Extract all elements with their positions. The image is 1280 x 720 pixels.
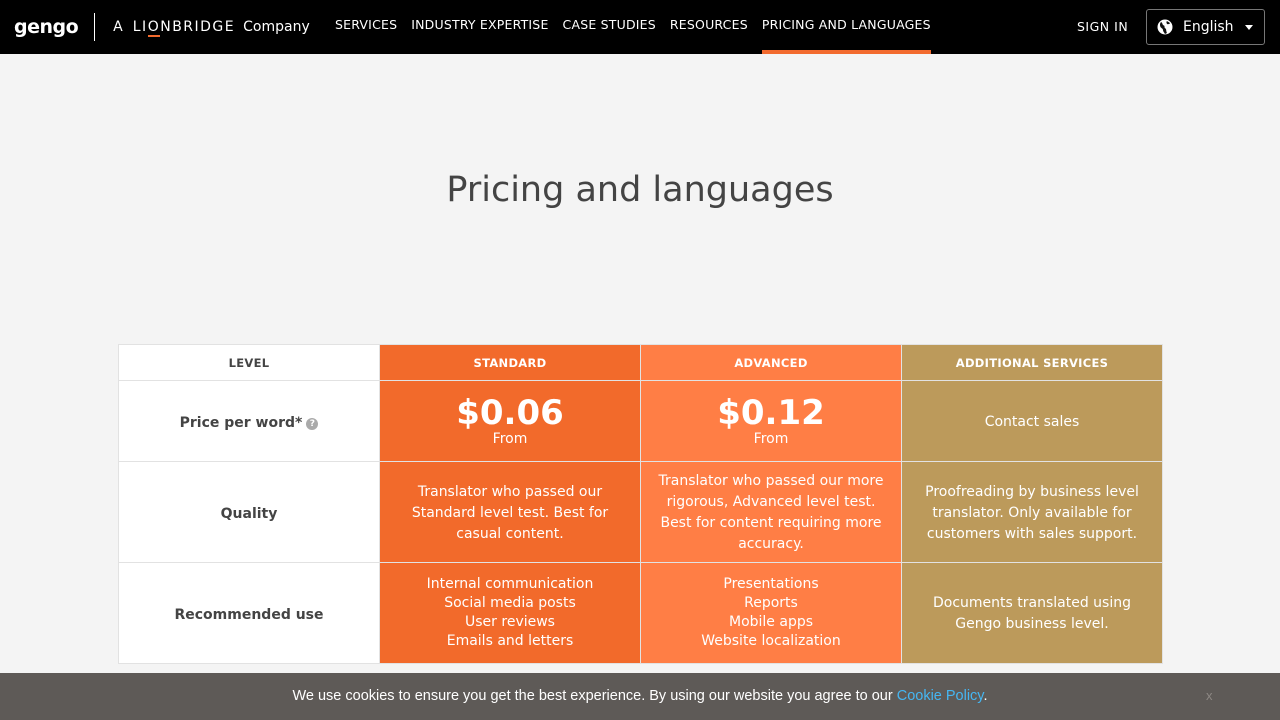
- list-item: Presentations: [723, 576, 819, 592]
- brand-a-text: A: [113, 19, 123, 35]
- brand-logo[interactable]: gengo A LIONBRIDGE Company: [14, 12, 310, 42]
- quality-label-cell: Quality: [118, 461, 380, 563]
- recommended-use-row: Recommended use Internal communication S…: [118, 562, 1163, 664]
- nav-item-services[interactable]: SERVICES: [335, 0, 397, 54]
- recommended-use-label-cell: Recommended use: [118, 562, 380, 664]
- lionbridge-logo-part-3: NBRIDGE: [160, 19, 236, 35]
- additional-price-cell: Contact sales: [901, 380, 1163, 462]
- sign-in-link[interactable]: SIGN IN: [1077, 19, 1128, 34]
- globe-icon: [1157, 19, 1173, 35]
- additional-quality-text: Proofreading by business level translato…: [925, 483, 1139, 542]
- nav-item-industry-expertise[interactable]: INDUSTRY EXPERTISE: [411, 0, 548, 54]
- advanced-price-cell: $0.12 From: [640, 380, 902, 462]
- header-level: LEVEL: [118, 344, 380, 381]
- header-standard: STANDARD: [379, 344, 641, 381]
- nav-item-pricing-and-languages[interactable]: PRICING AND LANGUAGES: [761, 0, 931, 54]
- price-per-word-label-cell: Price per word*?: [118, 380, 380, 462]
- close-icon[interactable]: x: [1206, 688, 1213, 703]
- price-per-word-row: Price per word*? $0.06 From $0.12 From C…: [118, 380, 1163, 462]
- standard-price: $0.06: [456, 393, 564, 433]
- lionbridge-logo: LIONBRIDGE: [132, 19, 236, 37]
- standard-quality-text: Translator who passed our Standard level…: [411, 483, 609, 542]
- page-title: Pricing and languages: [446, 170, 834, 210]
- additional-use-cell: Documents translated using Gengo busines…: [901, 562, 1163, 664]
- price-per-word-label: Price per word*: [179, 414, 303, 431]
- language-selector[interactable]: English: [1146, 9, 1265, 45]
- pricing-table-header-row: LEVEL STANDARD ADVANCED ADDITIONAL SERVI…: [118, 344, 1163, 381]
- list-item: Reports: [744, 595, 798, 611]
- nav-item-case-studies[interactable]: CASE STUDIES: [563, 0, 656, 54]
- advanced-quality-cell: Translator who passed our more rigorous,…: [640, 461, 902, 563]
- advanced-quality-text: Translator who passed our more rigorous,…: [658, 473, 884, 552]
- standard-use-cell: Internal communication Social media post…: [379, 562, 641, 664]
- quality-label: Quality: [220, 505, 278, 522]
- help-icon[interactable]: ?: [306, 417, 319, 430]
- list-item: Website localization: [701, 633, 841, 649]
- header-additional-services: ADDITIONAL SERVICES: [901, 344, 1163, 381]
- header-advanced: ADVANCED: [640, 344, 902, 381]
- standard-quality-cell: Translator who passed our Standard level…: [379, 461, 641, 563]
- gengo-logo: gengo: [14, 16, 79, 38]
- list-item: Mobile apps: [728, 614, 814, 630]
- advanced-price: $0.12: [717, 393, 825, 433]
- contact-sales-text: Contact sales: [984, 413, 1080, 430]
- advanced-use-cell: Presentations Reports Mobile apps Websit…: [640, 562, 902, 664]
- brand-divider: [94, 13, 96, 41]
- cookie-message: We use cookies to ensure you get the bes…: [0, 688, 1280, 704]
- standard-price-from: From: [492, 431, 528, 447]
- standard-price-cell: $0.06 From: [379, 380, 641, 462]
- nav-item-resources[interactable]: RESOURCES: [670, 0, 748, 54]
- additional-use-text: Documents translated using Gengo busines…: [933, 595, 1131, 632]
- main-nav: SERVICES INDUSTRY EXPERTISE CASE STUDIES…: [335, 0, 945, 54]
- list-item: Internal communication: [426, 576, 594, 592]
- language-selector-value: English: [1183, 19, 1234, 35]
- recommended-use-label: Recommended use: [174, 606, 324, 623]
- quality-row: Quality Translator who passed our Standa…: [118, 461, 1163, 563]
- pricing-table: LEVEL STANDARD ADVANCED ADDITIONAL SERVI…: [118, 344, 1163, 664]
- cookie-banner: We use cookies to ensure you get the bes…: [0, 673, 1280, 720]
- lionbridge-logo-part-1: LI: [132, 19, 148, 35]
- top-navigation-bar: gengo A LIONBRIDGE Company SERVICES INDU…: [0, 0, 1280, 54]
- cookie-message-end: .: [983, 688, 988, 704]
- cookie-message-text: We use cookies to ensure you get the bes…: [292, 688, 897, 704]
- brand-company-text: Company: [243, 19, 310, 35]
- list-item: User reviews: [465, 614, 555, 630]
- additional-quality-cell: Proofreading by business level translato…: [901, 461, 1163, 563]
- lionbridge-logo-part-2: O: [147, 19, 161, 37]
- caret-down-icon: [1245, 25, 1253, 30]
- list-item: Social media posts: [444, 595, 576, 611]
- advanced-price-from: From: [753, 431, 789, 447]
- cookie-policy-link[interactable]: Cookie Policy: [897, 688, 984, 704]
- list-item: Emails and letters: [446, 633, 574, 649]
